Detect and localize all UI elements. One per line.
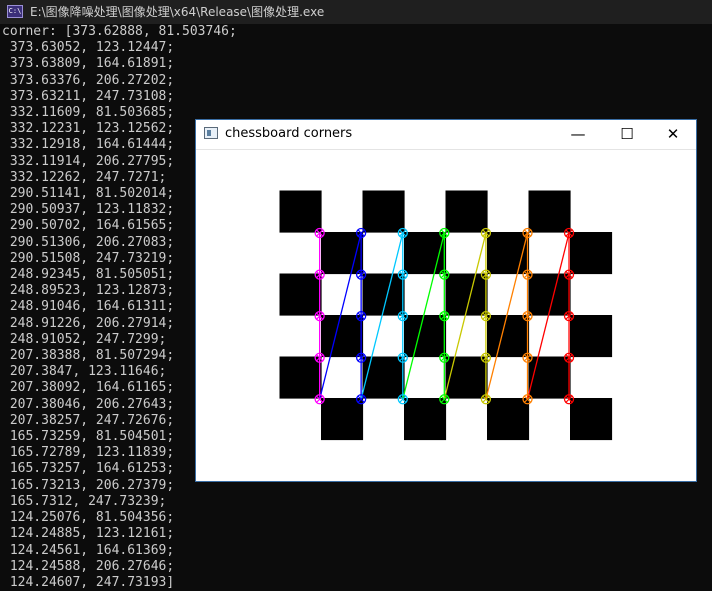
console-line: 373.63052, 123.12447; <box>2 40 175 56</box>
console-line: 373.63809, 164.61891; <box>2 56 175 72</box>
console-line: 290.51306, 206.27083; <box>2 234 175 250</box>
chessboard-dark-square <box>528 356 571 399</box>
chessboard-dark-square <box>445 190 488 233</box>
chessboard-dark-square <box>487 398 530 441</box>
console-line: 290.50937, 123.11832; <box>2 202 175 218</box>
console-line: 373.63376, 206.27202; <box>2 72 175 88</box>
chessboard-dark-square <box>570 398 613 441</box>
console-line: 165.72789, 123.11839; <box>2 445 175 461</box>
console-line: 124.24561, 164.61369; <box>2 542 175 558</box>
image-window-icon <box>204 127 218 139</box>
console-line: 207.3847, 123.11646; <box>2 364 167 380</box>
chessboard-corners-window[interactable]: chessboard corners — ☐ ✕ <box>195 119 697 482</box>
chessboard-dark-square <box>404 315 447 358</box>
console-line: 332.12231, 123.12562; <box>2 121 175 137</box>
console-line: 248.89523, 123.12873; <box>2 283 175 299</box>
console-app-icon: C:\ <box>7 5 23 18</box>
close-icon[interactable]: ✕ <box>650 120 696 149</box>
console-line: 290.51141, 81.502014; <box>2 186 175 202</box>
console-line: 124.25076, 81.504356; <box>2 510 175 526</box>
console-line: 124.24885, 123.12161; <box>2 526 175 542</box>
console-line: 207.38046, 206.27643; <box>2 396 175 412</box>
chessboard-dark-square <box>279 356 322 399</box>
console-line: 373.63211, 247.73108; <box>2 88 175 104</box>
console-line: 332.12262, 247.7271; <box>2 169 167 185</box>
chessboard-dark-square <box>404 398 447 441</box>
chessboard-dark-square <box>570 315 613 358</box>
chessboard-window-titlebar[interactable]: chessboard corners — ☐ ✕ <box>196 120 696 150</box>
console-line: 332.11609, 81.503685; <box>2 105 175 121</box>
console-line: 332.11914, 206.27795; <box>2 153 175 169</box>
chessboard-dark-square <box>321 315 364 358</box>
chessboard-dark-square <box>362 190 405 233</box>
console-line: 207.38257, 247.72676; <box>2 412 175 428</box>
chessboard-dark-square <box>321 398 364 441</box>
console-line: 165.73259, 81.504501; <box>2 429 175 445</box>
console-line: 290.50702, 164.61565; <box>2 218 175 234</box>
chessboard-window-title: chessboard corners <box>225 126 353 141</box>
chessboard-dark-square <box>570 232 613 275</box>
console-line: 124.24588, 206.27646; <box>2 558 175 574</box>
console-line: corner: [373.62888, 81.503746; <box>2 24 237 39</box>
chessboard-dark-square <box>279 190 322 233</box>
chessboard-dark-square <box>279 273 322 316</box>
chessboard-dark-square <box>487 315 530 358</box>
console-line: 248.92345, 81.505051; <box>2 267 175 283</box>
console-line: 248.91052, 247.7299; <box>2 331 167 347</box>
console-line: 248.91226, 206.27914; <box>2 315 175 331</box>
console-line: 165.73213, 206.27379; <box>2 477 175 493</box>
console-line: 165.73257, 164.61253; <box>2 461 175 477</box>
console-line: 248.91046, 164.61311; <box>2 299 175 315</box>
chessboard-dark-square <box>445 356 488 399</box>
maximize-icon[interactable]: ☐ <box>604 120 650 149</box>
console-line: 290.51508, 247.73219; <box>2 250 175 266</box>
minimize-icon[interactable]: — <box>555 120 601 149</box>
chessboard-image <box>279 190 613 441</box>
console-line: 207.38388, 81.507294; <box>2 348 175 364</box>
console-line: 332.12918, 164.61444; <box>2 137 175 153</box>
console-line: 165.7312, 247.73239; <box>2 493 167 509</box>
chessboard-dark-square <box>528 190 571 233</box>
console-line: 207.38092, 164.61165; <box>2 380 175 396</box>
console-line: 124.24607, 247.73193] <box>2 574 175 590</box>
chessboard-dark-square <box>362 356 405 399</box>
console-titlebar: C:\ E:\图像降噪处理\图像处理\x64\Release\图像处理.exe <box>0 0 712 24</box>
console-window-title: E:\图像降噪处理\图像处理\x64\Release\图像处理.exe <box>30 5 325 19</box>
